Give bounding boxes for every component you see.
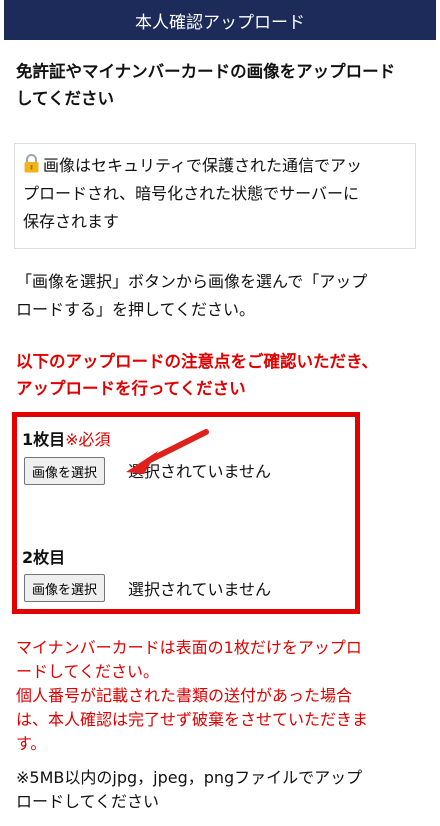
upload-caution-notes: マイナンバーカードは表面の1枚だけをアップロ ードしてください。 個人番号が記載… <box>16 638 369 753</box>
slot1-select-image-button[interactable]: 画像を選択 <box>24 457 106 485</box>
page-title: 本人確認アップロード <box>135 12 305 33</box>
upload-instruction: 「画像を選択」ボタンから画像を選んで「アップ ロードする」を押してください。 <box>16 272 368 319</box>
slot2-file-status: 選択されていません <box>128 580 272 599</box>
upload-heading: 免許証やマイナンバーカードの画像をアップロード してください <box>16 62 396 108</box>
security-line-3: 保存されます <box>23 212 120 231</box>
file-format-note: ※5MB以内のjpg，jpeg，pngファイルでアップ ロードしてください <box>16 768 363 811</box>
slot2-select-image-button[interactable]: 画像を選択 <box>24 574 106 602</box>
arrow-pointer-icon <box>126 429 209 474</box>
security-line-1: 画像はセキュリティで保護された通信でアッ <box>23 152 407 180</box>
required-mark: ※必須 <box>65 430 111 449</box>
page-header: 本人確認アップロード <box>4 0 436 40</box>
security-notice-box: 画像はセキュリティで保護された通信でアッ プロードされ、暗号化された状態でサーバ… <box>14 143 416 249</box>
slot2-label: 2枚目 <box>22 548 66 567</box>
slot1-label: 1枚目※必須 <box>22 430 111 449</box>
lock-icon <box>24 154 39 173</box>
upload-notice: 以下のアップロードの注意点をご確認いただき、 アップロードを行ってください <box>16 352 378 398</box>
security-line-2: プロードされ、暗号化された状態でサーバーに <box>23 184 360 203</box>
